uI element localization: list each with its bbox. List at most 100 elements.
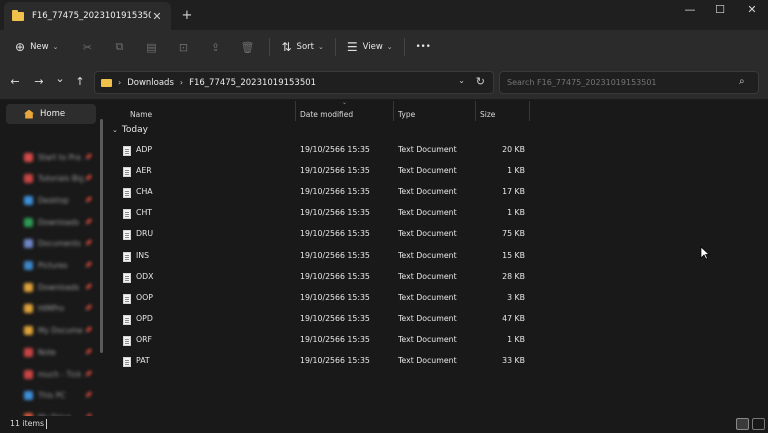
sidebar-item-label: This PC xyxy=(38,391,66,401)
file-row[interactable]: PAT 19/10/2566 15:35 Text Document 33 KB xyxy=(104,352,768,373)
sidebar-item[interactable]: This PC 📌 xyxy=(24,389,92,403)
search-input[interactable] xyxy=(499,71,759,94)
pin-icon: 📌 xyxy=(84,153,92,161)
file-size: 28 KB xyxy=(502,271,525,281)
maximize-button[interactable]: ☐ xyxy=(711,3,729,17)
file-date-modified: 19/10/2566 15:35 xyxy=(300,229,370,239)
more-options-button[interactable]: ••• xyxy=(411,35,436,59)
sidebar-item[interactable]: Documents 📌 xyxy=(24,237,92,251)
sidebar-item[interactable]: Downloads 📌 xyxy=(24,215,92,229)
file-type: Text Document xyxy=(398,229,457,239)
minimize-button[interactable]: — xyxy=(681,3,699,17)
sidebar-item[interactable]: Tutorials Big 📌 xyxy=(24,172,92,186)
file-row[interactable]: INS 19/10/2566 15:35 Text Document 15 KB xyxy=(104,247,768,268)
file-row[interactable]: DRU 19/10/2566 15:35 Text Document 75 KB xyxy=(104,225,768,246)
mouse-cursor-icon xyxy=(700,246,710,260)
folder-icon xyxy=(24,282,33,292)
new-button[interactable]: ⊕ New ⌄ xyxy=(10,35,63,59)
folder-icon xyxy=(24,391,33,401)
active-tab[interactable]: F16_77475_20231019153501 ✕ xyxy=(4,2,171,30)
forward-button[interactable]: → xyxy=(32,75,46,89)
file-row[interactable]: ORF 19/10/2566 15:35 Text Document 1 KB xyxy=(104,331,768,352)
sidebar-item-label: My Documents xyxy=(38,326,83,336)
file-row[interactable]: ODX 19/10/2566 15:35 Text Document 28 KB xyxy=(104,268,768,289)
column-divider[interactable] xyxy=(529,101,530,121)
sidebar-item-label: Home xyxy=(40,109,66,119)
details-view-icon[interactable] xyxy=(736,418,749,430)
delete-icon[interactable]: 🗑 xyxy=(231,35,263,59)
sort-caret-icon: ⌄ xyxy=(342,99,348,106)
file-row[interactable]: OOP 19/10/2566 15:35 Text Document 3 KB xyxy=(104,289,768,310)
toolbar-divider xyxy=(334,38,336,56)
file-name: DRU xyxy=(136,229,154,239)
file-date-modified: 19/10/2566 15:35 xyxy=(300,313,370,323)
close-tab-icon[interactable]: ✕ xyxy=(151,10,163,23)
chevron-down-icon: ⌄ xyxy=(386,43,393,51)
sidebar-item[interactable]: Downloads 📌 xyxy=(24,280,92,294)
file-type: Text Document xyxy=(398,356,457,365)
text-document-icon xyxy=(123,209,131,220)
recent-locations-button[interactable]: ⌄ xyxy=(53,72,67,86)
column-divider[interactable] xyxy=(295,101,296,121)
toolbar-divider xyxy=(269,38,271,56)
folder-icon xyxy=(101,78,112,87)
sidebar-item-label: Tutorials Big xyxy=(38,174,83,184)
column-divider[interactable] xyxy=(475,101,476,121)
sidebar-item[interactable]: HIMPro 📌 xyxy=(24,302,92,316)
file-size: 3 KB xyxy=(507,292,525,302)
column-header-date-modified[interactable]: Date modified xyxy=(300,106,353,124)
file-row[interactable]: CHT 19/10/2566 15:35 Text Document 1 KB xyxy=(104,204,768,225)
breadcrumb-current-folder[interactable]: F16_77475_20231019153501 xyxy=(189,78,316,88)
copy-icon[interactable]: ⧉ xyxy=(103,35,135,59)
view-button[interactable]: ☰ View ⌄ xyxy=(342,35,398,59)
up-button[interactable]: ↑ xyxy=(73,75,87,89)
column-header-name[interactable]: Name xyxy=(130,106,152,124)
file-type: Text Document xyxy=(398,313,457,323)
folder-icon xyxy=(24,239,33,249)
file-row[interactable]: CHA 19/10/2566 15:35 Text Document 17 KB xyxy=(104,183,768,204)
new-label: New xyxy=(30,42,49,52)
refresh-icon[interactable]: ↻ xyxy=(476,75,485,88)
text-document-icon xyxy=(123,146,131,156)
file-type: Text Document xyxy=(398,250,457,260)
breadcrumb-downloads[interactable]: Downloads xyxy=(127,78,174,88)
pin-icon: 📌 xyxy=(84,327,92,335)
group-label: Today xyxy=(121,125,148,135)
file-size: 15 KB xyxy=(502,250,525,260)
folder-icon xyxy=(24,195,33,205)
search-icon[interactable]: ⌕ xyxy=(739,76,745,87)
sidebar-item[interactable]: Pictures 📌 xyxy=(24,259,92,273)
file-row[interactable]: ADP 19/10/2566 15:35 Text Document 20 KB xyxy=(104,141,768,162)
share-icon[interactable]: ⇪ xyxy=(199,35,231,59)
status-divider xyxy=(46,419,47,429)
sidebar-item[interactable]: Start to Pra sync📌 xyxy=(24,150,92,164)
column-header-size[interactable]: Size xyxy=(480,106,495,124)
folder-icon xyxy=(24,174,33,184)
navigation-pane: Home Start to Pra sync📌Tutorials Big📌Des… xyxy=(0,101,104,422)
file-name: INS xyxy=(136,250,150,260)
column-divider[interactable] xyxy=(393,101,394,121)
sidebar-scrollbar[interactable] xyxy=(100,119,103,353)
chevron-down-icon[interactable]: ⌄ xyxy=(458,76,465,85)
file-row[interactable]: AER 19/10/2566 15:35 Text Document 1 KB xyxy=(104,162,768,183)
cut-icon[interactable]: ✂ xyxy=(71,35,103,59)
folder-icon xyxy=(24,261,33,270)
back-button[interactable]: ← xyxy=(8,75,22,89)
new-tab-button[interactable]: + xyxy=(180,8,194,23)
column-header-type[interactable]: Type xyxy=(398,106,415,124)
paste-icon[interactable]: ▤ xyxy=(135,35,167,59)
group-header-today[interactable]: ⌄ Today xyxy=(112,125,148,135)
tiles-view-icon[interactable] xyxy=(752,418,765,430)
sidebar-item-home[interactable]: Home xyxy=(6,104,96,124)
rename-icon[interactable]: ⊡ xyxy=(167,35,199,59)
sort-button[interactable]: ⇅ Sort ⌄ xyxy=(276,35,328,59)
file-row[interactable]: OPD 19/10/2566 15:35 Text Document 47 KB xyxy=(104,310,768,331)
file-size: 17 KB xyxy=(502,187,525,197)
sidebar-item[interactable]: Note 📌 xyxy=(24,345,92,359)
item-count: 11 items xyxy=(10,419,45,428)
address-bar[interactable]: › Downloads › F16_77475_20231019153501 ⌄… xyxy=(94,71,494,94)
sidebar-item[interactable]: My Documents📌 xyxy=(24,324,92,338)
close-window-button[interactable]: ✕ xyxy=(743,3,761,17)
sidebar-item[interactable]: much - Tick C📌 xyxy=(24,367,92,381)
sidebar-item[interactable]: Desktop 📌 xyxy=(24,193,92,207)
